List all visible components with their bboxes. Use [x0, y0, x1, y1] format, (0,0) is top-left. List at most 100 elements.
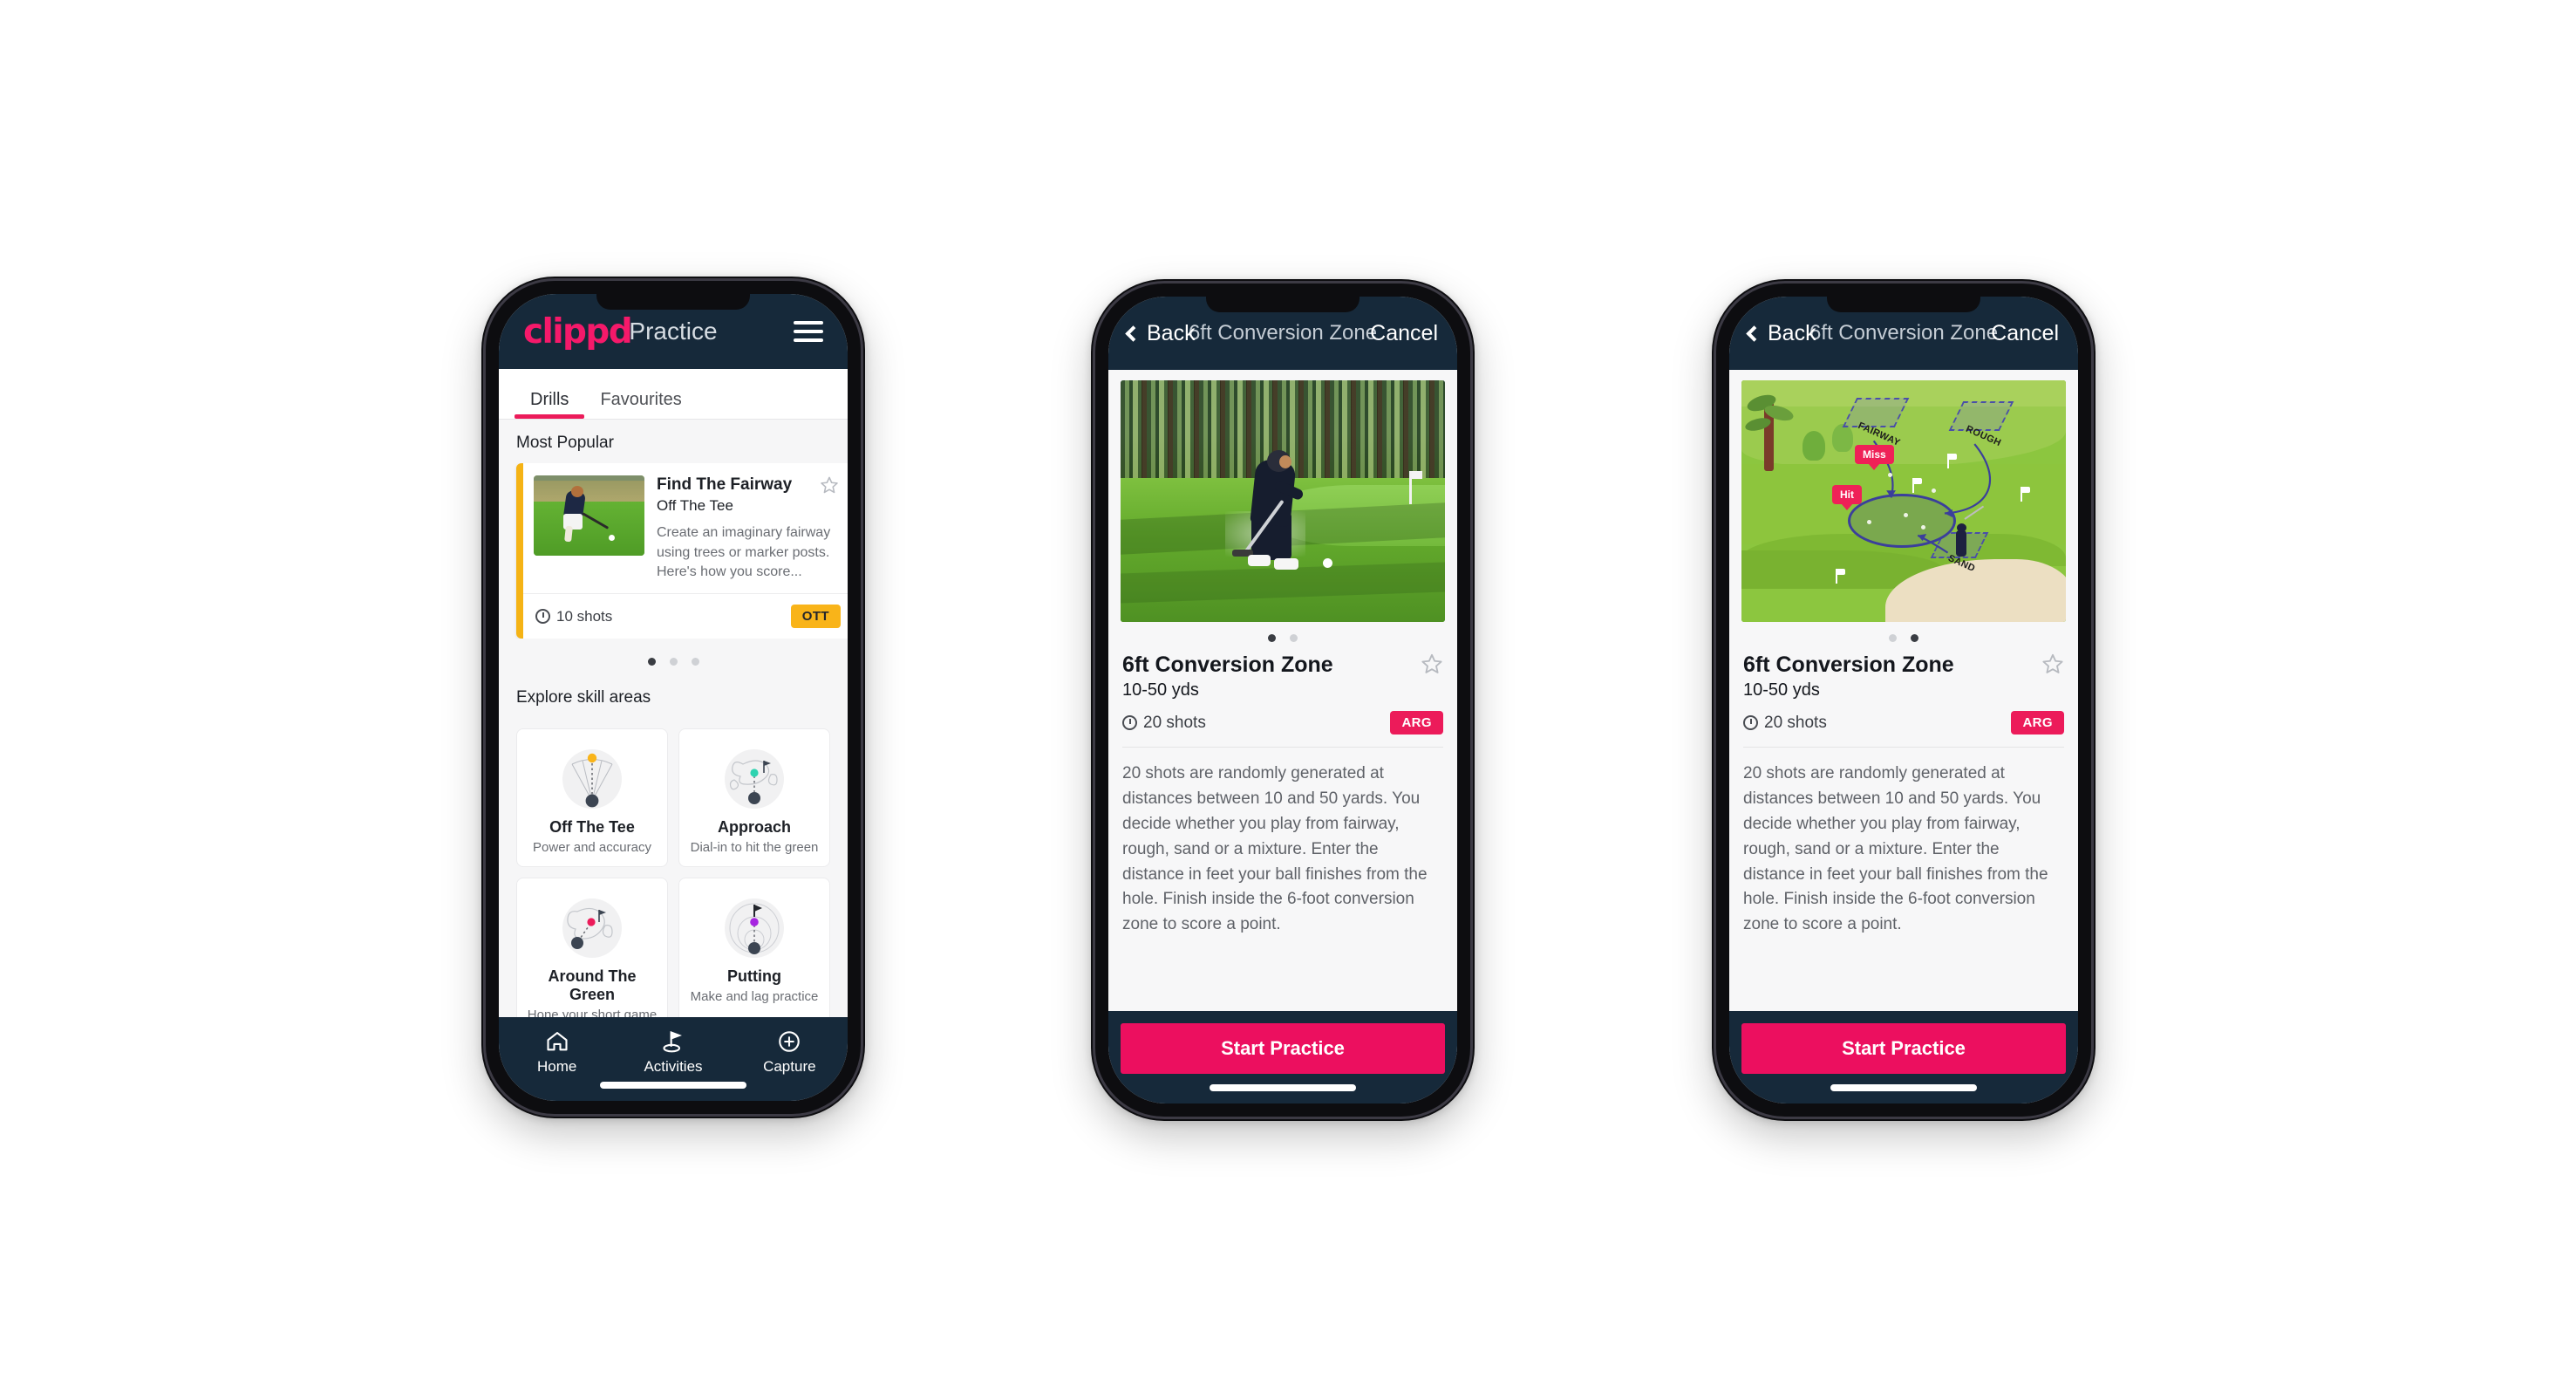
back-label: Back [1147, 320, 1196, 345]
skill-name: Around The Green [548, 967, 637, 1003]
drill-detail-panel: FAIRWAY ROUGH SAND Miss Hit 6ft Conversi… [1729, 370, 2078, 1011]
phone-mockup-drill-detail-photo: Back 6ft Conversion Zone Cancel 6ft Conv… [1091, 279, 1475, 1121]
carousel-dot-1[interactable] [647, 658, 656, 666]
tabbar-item-activities[interactable]: Activities [615, 1028, 731, 1076]
skill-desc: Hone your short game [527, 1008, 658, 1017]
skill-chip-ott: OTT [790, 605, 841, 628]
drill-header-row: Find The Fairway Off The Tee [657, 475, 839, 515]
tabbar-label: Capture [763, 1058, 816, 1075]
golf-flag-icon [615, 1028, 731, 1055]
detail-meta-row: 20 shots ARG [1121, 711, 1445, 734]
phone-mockup-drill-detail-diagram: Back 6ft Conversion Zone Cancel FAIRWAY … [1712, 279, 2096, 1121]
clock-icon [1743, 715, 1758, 730]
drill-title: Find The Fairway [657, 475, 793, 494]
detail-title: 6ft Conversion Zone [1743, 653, 1954, 677]
home-indicator [1210, 1084, 1356, 1091]
skill-desc: Make and lag practice [690, 989, 819, 1004]
clock-icon [1122, 715, 1137, 730]
hamburger-icon[interactable] [794, 321, 823, 342]
fan-tee-icon [524, 741, 660, 816]
hero-dot-2[interactable] [1911, 634, 1918, 642]
skill-desc: Dial-in to hit the green [690, 840, 819, 855]
star-outline-icon[interactable] [1421, 653, 1443, 675]
green-approach-icon [686, 741, 822, 816]
practice-content: Most Popular Find The Fairway Off The Te… [499, 420, 848, 1017]
tabbar-label: Home [536, 1058, 577, 1075]
phone1-notch [596, 294, 750, 310]
detail-meta-row: 20 shots ARG [1741, 711, 2066, 734]
shots-label: 10 shots [556, 607, 613, 625]
carousel-dot-2[interactable] [669, 658, 678, 666]
detail-title: 6ft Conversion Zone [1122, 653, 1333, 677]
detail-range: 10-50 yds [1743, 680, 1820, 700]
star-outline-icon[interactable] [820, 475, 839, 495]
skill-card-off-the-tee[interactable]: Off The Tee Power and accuracy [516, 728, 668, 867]
shot-trajectory-arrows [1872, 440, 1991, 554]
hero-carousel-dots [1741, 622, 2066, 642]
hero-dot-1[interactable] [1889, 634, 1897, 642]
skill-card-approach[interactable]: Approach Dial-in to hit the green [678, 728, 830, 867]
phone3-notch [1827, 297, 1980, 312]
drill-info: Find The Fairway Off The Tee Create an i… [657, 475, 842, 583]
section-title-most-popular: Most Popular [516, 434, 614, 452]
shots-count: 10 shots [535, 608, 612, 625]
back-button[interactable]: Back [1125, 320, 1196, 346]
drill-thumbnail [534, 475, 644, 556]
back-button[interactable]: Back [1746, 320, 1816, 346]
chevron-left-icon [1746, 325, 1762, 342]
cancel-button[interactable]: Cancel [1370, 321, 1438, 346]
start-practice-button[interactable]: Start Practice [1741, 1023, 2066, 1074]
phone-mockup-practice-list: clippd Practice Drills Favourites Most P… [481, 277, 865, 1118]
shots-count: 20 shots [1743, 714, 1827, 733]
detail-header: 6ft Conversion Zone 10-50 yds [1741, 653, 2066, 700]
skill-card-around-the-green[interactable]: Around The Green Hone your short game [516, 878, 668, 1017]
hero-media-photo[interactable] [1121, 380, 1445, 622]
shots-count: 20 shots [1122, 714, 1206, 733]
clock-icon [535, 609, 550, 624]
putting-rings-icon [686, 891, 822, 966]
tabbar-item-capture[interactable]: Capture [732, 1028, 848, 1076]
skill-chip-arg: ARG [1390, 711, 1443, 734]
phone2-notch [1206, 297, 1360, 312]
clippd-logo[interactable]: clippd [523, 312, 633, 352]
tab-drills[interactable]: Drills [515, 390, 585, 419]
skill-name: Approach [717, 818, 791, 836]
back-label: Back [1768, 320, 1816, 345]
detail-description: 20 shots are randomly generated at dista… [1122, 764, 1428, 934]
flag-icon [1836, 569, 1845, 584]
detail-header: 6ft Conversion Zone 10-50 yds [1121, 653, 1445, 700]
hit-tag: Hit [1832, 485, 1862, 504]
home-icon [499, 1028, 615, 1055]
hero-media-diagram[interactable]: FAIRWAY ROUGH SAND Miss Hit [1741, 380, 2066, 622]
plus-circle-icon [732, 1028, 848, 1055]
carousel-dots [499, 639, 848, 666]
drill-detail-panel: 6ft Conversion Zone 10-50 yds 20 shots A… [1108, 370, 1457, 1011]
tab-favourites[interactable]: Favourites [584, 390, 697, 419]
shots-label: 20 shots [1764, 713, 1827, 732]
drill-description: Create an imaginary fairway using trees … [657, 524, 831, 580]
flag-icon [1947, 454, 1957, 468]
drill-card-top: Find The Fairway Off The Tee Create an i… [523, 463, 848, 593]
phone3-screen: Back 6ft Conversion Zone Cancel FAIRWAY … [1729, 297, 2078, 1103]
shots-label: 20 shots [1143, 713, 1206, 732]
star-outline-icon[interactable] [2041, 653, 2064, 675]
screenshot-canvas: clippd Practice Drills Favourites Most P… [0, 0, 2576, 1387]
chevron-left-icon [1125, 325, 1141, 342]
hero-dot-2[interactable] [1290, 634, 1298, 642]
skill-name: Off The Tee [549, 818, 635, 836]
skill-desc: Power and accuracy [533, 840, 651, 855]
tabbar-item-home[interactable]: Home [499, 1028, 615, 1076]
start-practice-button[interactable]: Start Practice [1121, 1023, 1445, 1074]
most-popular-carousel[interactable]: Find The Fairway Off The Tee Create an i… [499, 463, 848, 639]
drill-subtitle: Off The Tee [657, 496, 733, 514]
cancel-button[interactable]: Cancel [1991, 321, 2059, 346]
section-title-explore-skill-areas: Explore skill areas [516, 688, 651, 707]
tab-strip: Drills Favourites [499, 369, 848, 420]
skill-card-putting[interactable]: Putting Make and lag practice [678, 878, 830, 1017]
drill-card[interactable]: Find The Fairway Off The Tee Create an i… [516, 463, 848, 639]
home-indicator [600, 1082, 746, 1089]
hero-dot-1[interactable] [1268, 634, 1276, 642]
skill-name: Putting [727, 967, 781, 985]
carousel-dot-3[interactable] [691, 658, 699, 666]
phone1-screen: clippd Practice Drills Favourites Most P… [499, 294, 848, 1101]
